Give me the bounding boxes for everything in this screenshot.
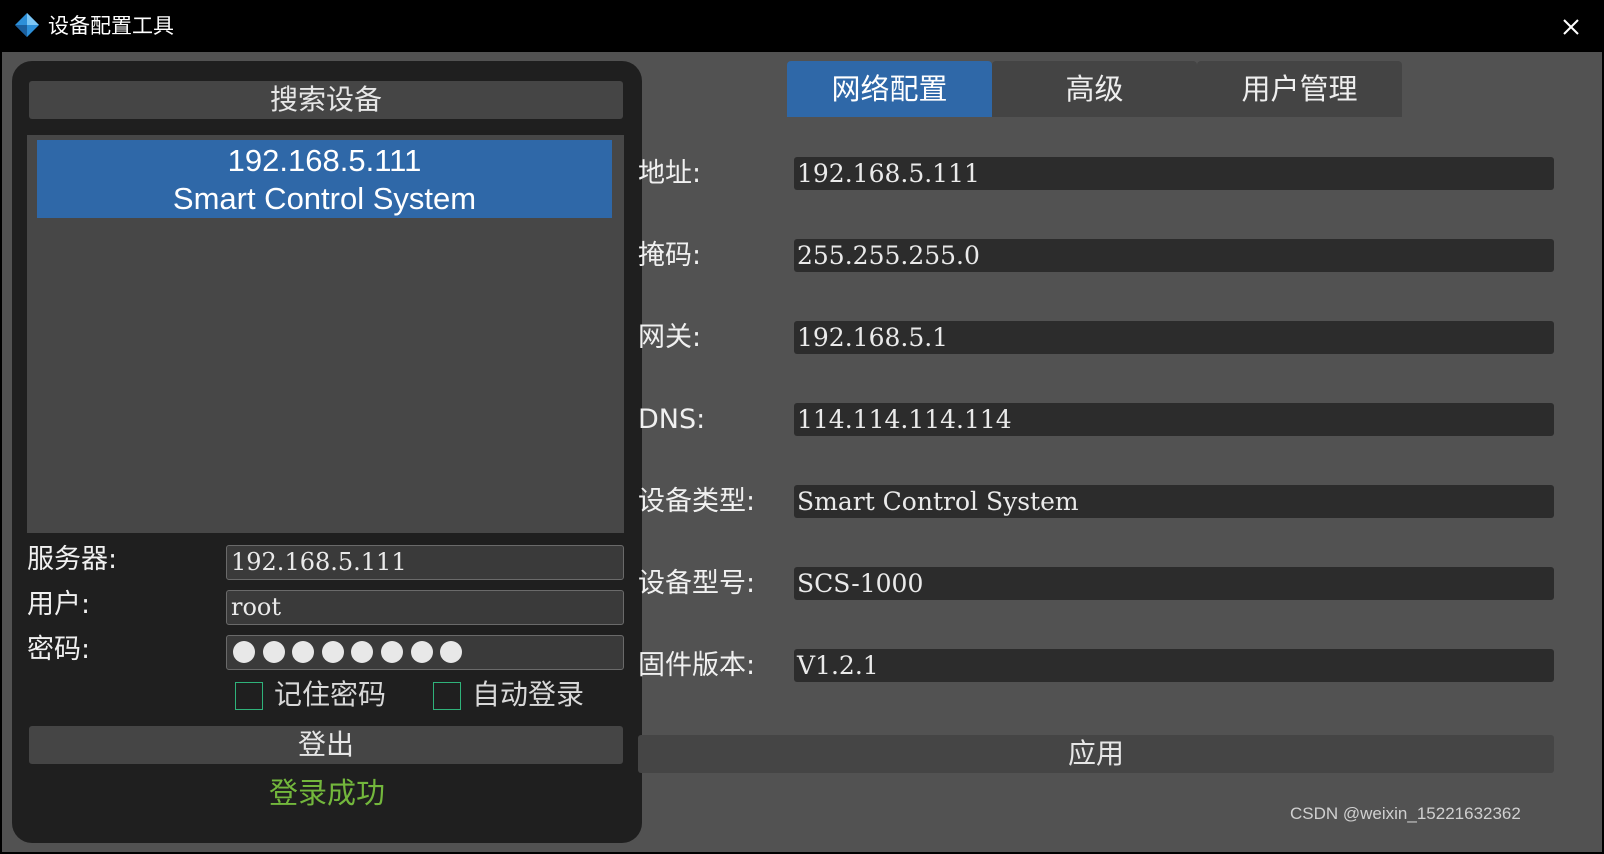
auto-login-checkbox[interactable] — [433, 682, 461, 710]
password-mask-dot — [380, 641, 403, 663]
password-mask-dot — [292, 641, 315, 663]
dns-input[interactable]: 114.114.114.114 — [794, 403, 1554, 436]
password-mask-dot — [440, 641, 463, 663]
title-bar: 设备配置工具 — [0, 0, 1604, 52]
search-devices-button[interactable]: 搜索设备 — [29, 81, 623, 119]
device-name: Smart Control System — [172, 181, 477, 216]
password-mask — [233, 641, 470, 665]
tab-advanced[interactable]: 高级 — [992, 61, 1197, 117]
login-status: 登录成功 — [268, 776, 385, 810]
device-model-input[interactable]: SCS-1000 — [794, 567, 1554, 600]
device-list[interactable]: 192.168.5.111 Smart Control System — [27, 135, 624, 533]
device-model-label: 设备型号: — [638, 568, 756, 599]
auto-login-label: 自动登录 — [472, 678, 585, 711]
device-list-item[interactable]: 192.168.5.111 Smart Control System — [37, 140, 612, 218]
watermark: CSDN @weixin_15221632362 — [1290, 804, 1521, 823]
password-mask-dot — [351, 641, 374, 663]
address-label: 地址: — [638, 158, 702, 189]
password-mask-dot — [233, 641, 255, 663]
password-mask-dot — [410, 641, 433, 663]
user-input[interactable]: root — [226, 590, 624, 625]
logout-button[interactable]: 登出 — [29, 726, 623, 764]
tab-network-config[interactable]: 网络配置 — [787, 61, 992, 117]
mask-label: 掩码: — [638, 240, 702, 271]
remember-password-checkbox[interactable] — [235, 682, 263, 710]
remember-password-label: 记住密码 — [274, 678, 387, 711]
device-type-input[interactable]: Smart Control System — [794, 485, 1554, 518]
apply-button[interactable]: 应用 — [638, 735, 1554, 773]
server-input[interactable]: 192.168.5.111 — [226, 545, 624, 580]
gateway-input[interactable]: 192.168.5.1 — [794, 321, 1554, 354]
dns-label: DNS: — [638, 404, 706, 435]
main-area: 搜索设备 192.168.5.111 Smart Control System … — [2, 52, 1602, 852]
tab-user-management[interactable]: 用户管理 — [1197, 61, 1402, 117]
device-ip: 192.168.5.111 — [227, 143, 422, 178]
server-label: 服务器: — [27, 544, 118, 575]
login-panel: 搜索设备 192.168.5.111 Smart Control System … — [12, 61, 642, 843]
password-mask-dot — [321, 641, 344, 663]
gateway-label: 网关: — [638, 322, 702, 353]
firmware-version-label: 固件版本: — [638, 650, 756, 681]
close-icon[interactable] — [1556, 12, 1586, 42]
password-label: 密码: — [27, 634, 91, 665]
firmware-version-input[interactable]: V1.2.1 — [794, 649, 1554, 682]
password-input[interactable] — [226, 635, 624, 670]
password-mask-dot — [262, 641, 285, 663]
user-label: 用户: — [27, 589, 91, 620]
mask-input[interactable]: 255.255.255.0 — [794, 239, 1554, 272]
app-diamond-icon — [15, 13, 39, 37]
address-input[interactable]: 192.168.5.111 — [794, 157, 1554, 190]
window-title: 设备配置工具 — [48, 14, 174, 38]
device-type-label: 设备类型: — [638, 486, 756, 517]
